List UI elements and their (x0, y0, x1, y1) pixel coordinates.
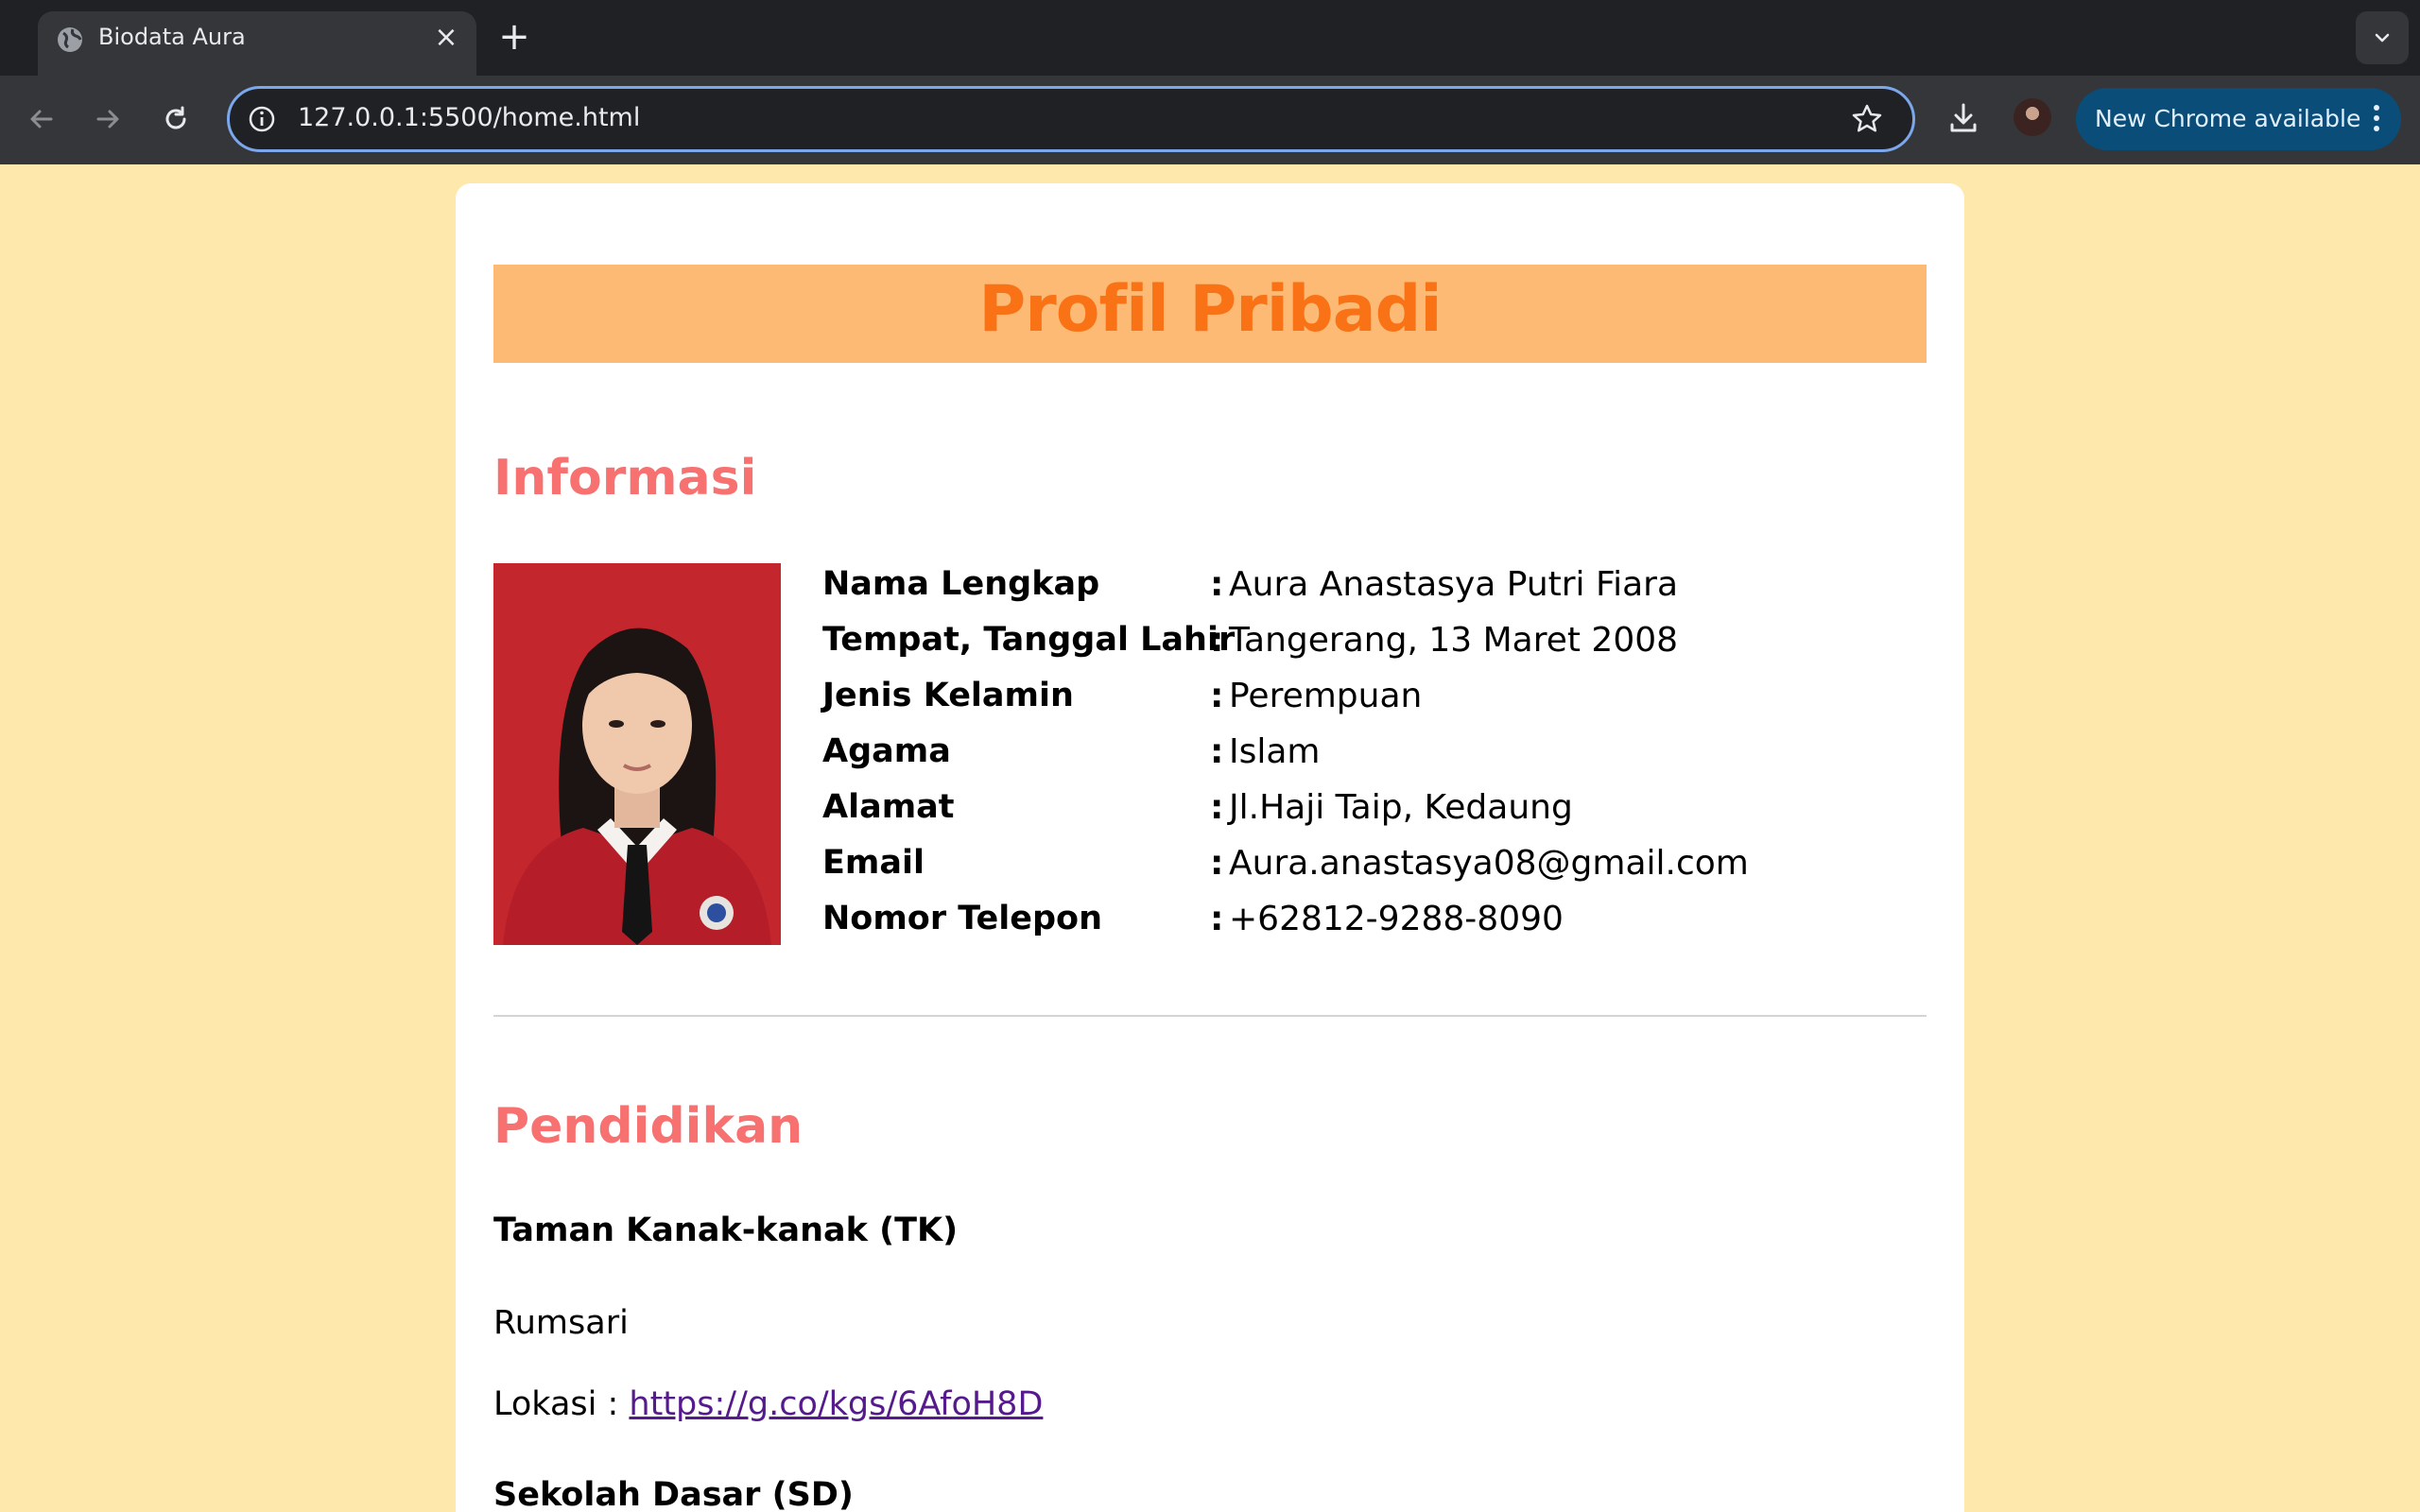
info-row-ttl: Tempat, Tanggal Lahir : Tangerang, 13 Ma… (822, 621, 1768, 677)
info-label: Jenis Kelamin (822, 677, 1074, 714)
back-button[interactable] (15, 93, 68, 146)
location-label: Lokasi : (493, 1385, 630, 1423)
browser-toolbar: 127.0.0.1:5500/home.html New Chrome avai… (0, 76, 2420, 164)
update-label: New Chrome available (2095, 105, 2361, 132)
pendidikan-heading: Pendidikan (493, 1098, 804, 1155)
tk-school-name: Rumsari (493, 1304, 629, 1342)
kebab-menu-icon[interactable] (2371, 101, 2382, 139)
address-bar[interactable]: 127.0.0.1:5500/home.html (227, 86, 1915, 152)
info-separator: : (1210, 788, 1224, 827)
site-info-icon[interactable] (245, 102, 279, 136)
info-separator: : (1210, 900, 1224, 938)
info-value: Aura Anastasya Putri Fiara (1229, 565, 1679, 604)
info-label: Nomor Telepon (822, 900, 1103, 937)
tab-strip: Biodata Aura × + (0, 0, 2420, 76)
close-tab-icon[interactable]: × (431, 23, 461, 53)
tk-location: Lokasi : https://g.co/kgs/6AfoH8D (493, 1385, 1043, 1423)
info-value: Aura.anastasya08@gmail.com (1229, 844, 1749, 883)
info-separator: : (1210, 565, 1224, 604)
active-tab[interactable]: Biodata Aura × (38, 11, 476, 76)
url-text[interactable]: 127.0.0.1:5500/home.html (298, 103, 640, 132)
info-row-telepon: Nomor Telepon : +62812-9288-8090 (822, 900, 1768, 955)
profile-photo (493, 563, 781, 945)
arrow-right-icon (96, 110, 119, 129)
section-divider (493, 1015, 1927, 1017)
info-value: Jl.Haji Taip, Kedaung (1229, 788, 1573, 827)
bookmark-star-icon[interactable] (1850, 102, 1884, 136)
informasi-heading: Informasi (493, 450, 757, 507)
info-separator: : (1210, 677, 1224, 715)
location-link[interactable]: https://g.co/kgs/6AfoH8D (629, 1385, 1043, 1423)
info-row-agama: Agama : Islam (822, 732, 1768, 788)
profile-card: Profil Pribadi Informasi Nama Lengkap: … (456, 183, 1964, 1512)
info-row-nama: Nama Lengkap : Aura Anastasya Putri Fiar… (822, 565, 1768, 621)
info-separator: : (1210, 621, 1224, 660)
info-value: +62812-9288-8090 (1229, 900, 1564, 938)
page-title: Profil Pribadi (978, 272, 1442, 347)
info-row-email: Email : Aura.anastasya08@gmail.com (822, 844, 1768, 900)
reload-icon (165, 106, 186, 129)
download-button[interactable] (1940, 94, 1987, 142)
info-label: Agama (822, 732, 951, 770)
globe-icon (55, 25, 85, 55)
info-label: Alamat (822, 788, 955, 826)
info-table: Nama Lengkap : Aura Anastasya Putri Fiar… (822, 565, 1768, 955)
chevron-down-icon (2375, 33, 2390, 43)
info-value: Tangerang, 13 Maret 2008 (1229, 621, 1679, 660)
info-row-jenis-kelamin: Jenis Kelamin : Perempuan (822, 677, 1768, 732)
info-value: Islam (1229, 732, 1321, 771)
info-label: Email (822, 844, 925, 882)
tab-title: Biodata Aura (98, 24, 246, 50)
chrome-update-button[interactable]: New Chrome available (2076, 88, 2401, 150)
new-tab-button[interactable]: + (495, 18, 533, 57)
forward-button[interactable] (81, 93, 134, 146)
info-label: Tempat, Tanggal Lahir (822, 621, 1236, 659)
info-value: Perempuan (1229, 677, 1423, 715)
page-banner: Profil Pribadi (493, 265, 1927, 363)
info-label: Nama Lengkap (822, 565, 1100, 603)
download-icon (1950, 103, 1977, 132)
arrow-left-icon (30, 110, 53, 129)
reload-button[interactable] (149, 93, 202, 146)
profile-avatar[interactable] (2014, 98, 2051, 136)
tk-heading: Taman Kanak-kanak (TK) (493, 1211, 959, 1249)
info-separator: : (1210, 732, 1224, 771)
tab-search-button[interactable] (2356, 11, 2409, 64)
sd-heading: Sekolah Dasar (SD) (493, 1476, 854, 1512)
info-separator: : (1210, 844, 1224, 883)
info-row-alamat: Alamat : Jl.Haji Taip, Kedaung (822, 788, 1768, 844)
